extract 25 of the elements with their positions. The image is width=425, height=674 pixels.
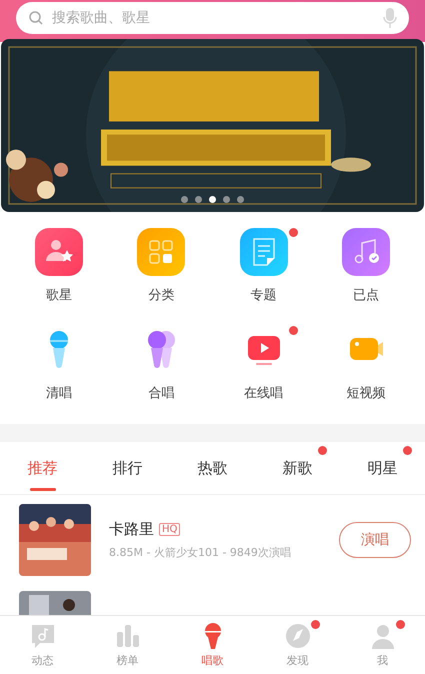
compass-icon (284, 622, 312, 650)
tab[interactable]: 推荐 (20, 442, 66, 494)
song-title: 卡路里 (109, 520, 154, 539)
shortcut-item[interactable]: 已点 (314, 228, 417, 304)
shortcut-item[interactable]: 在线唱 (212, 326, 315, 402)
shortcut-item[interactable]: 合唱 (110, 326, 212, 402)
search-bar[interactable]: 搜索歌曲、歌星 (16, 2, 409, 34)
shortcut-item[interactable]: 分类 (110, 228, 212, 304)
shortcut-item[interactable]: 歌星 (8, 228, 110, 304)
tab[interactable]: 热歌 (190, 442, 236, 494)
nav-item[interactable]: 唱歌 (170, 616, 255, 674)
tab[interactable]: 排行 (104, 442, 150, 494)
song-details: 8.85M - 火箭少女101 - 9849次演唱 (109, 545, 292, 560)
document-icon (240, 228, 288, 276)
music-note-icon (342, 228, 390, 276)
grid-icon (137, 228, 186, 276)
tab[interactable]: 新歌 (274, 442, 320, 494)
search-icon (28, 10, 44, 26)
shortcut-item[interactable]: 清唱 (8, 326, 110, 402)
sing-button[interactable]: 演唱 (339, 522, 411, 558)
shortcut-item[interactable]: 短视频 (314, 326, 417, 402)
search-field[interactable]: 搜索歌曲、歌星 (50, 9, 377, 27)
quality-tag: HQ (159, 523, 180, 536)
shortcut-item[interactable]: 专题 (212, 228, 315, 304)
tab[interactable]: 明星 (360, 442, 406, 494)
